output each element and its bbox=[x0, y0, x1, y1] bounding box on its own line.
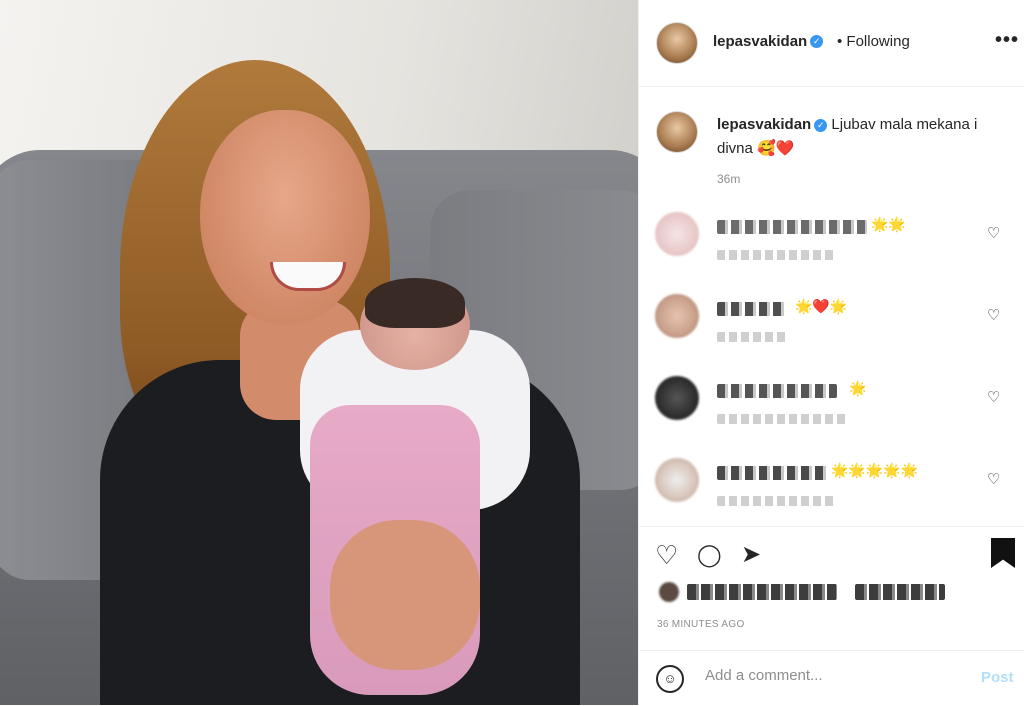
comment-item: 🌟❤️🌟 ♡ bbox=[639, 294, 1024, 374]
commenter-avatar[interactable] bbox=[655, 294, 699, 338]
liked-by-text-blurred bbox=[687, 584, 837, 600]
photo-hand bbox=[330, 520, 480, 670]
comment-meta-blurred bbox=[717, 496, 837, 506]
following-label[interactable]: • Following bbox=[837, 33, 910, 50]
comment-item: 🌟 ♡ bbox=[639, 376, 1024, 456]
commenter-avatar[interactable] bbox=[655, 376, 699, 420]
comment-text-blurred bbox=[717, 466, 827, 480]
photo-baby-hair bbox=[365, 278, 465, 328]
comment-like-heart-icon[interactable]: ♡ bbox=[987, 388, 1000, 406]
comment-meta-blurred bbox=[717, 414, 847, 424]
commenter-avatar[interactable] bbox=[655, 458, 699, 502]
like-heart-icon[interactable]: ♡ bbox=[655, 540, 678, 571]
comment-emoji: 🌟 bbox=[849, 380, 867, 396]
comment-meta-blurred bbox=[717, 332, 787, 342]
caption-avatar[interactable] bbox=[656, 111, 698, 153]
commenter-avatar[interactable] bbox=[655, 212, 699, 256]
comment-text-blurred bbox=[717, 384, 837, 398]
more-options-icon[interactable]: ••• bbox=[995, 29, 1019, 52]
add-comment-input[interactable] bbox=[703, 666, 967, 685]
comment-text-blurred bbox=[717, 220, 867, 234]
comment-text-blurred bbox=[717, 302, 787, 316]
post-caption: lepasvakidan ✓ Ljubav mala mekana i divna… bbox=[717, 113, 1007, 161]
post-actions-bar: ♡ ◯ ➤ bbox=[655, 538, 1015, 572]
caption-username[interactable]: lepasvakidan bbox=[717, 116, 811, 133]
liker-avatar bbox=[659, 582, 679, 602]
comment-like-heart-icon[interactable]: ♡ bbox=[987, 224, 1000, 242]
liked-by-blurred[interactable] bbox=[659, 582, 949, 604]
post-side-panel: lepasvakidan ✓ • Following ••• lepasvakid… bbox=[638, 0, 1024, 705]
comment-meta-blurred bbox=[717, 250, 837, 260]
author-avatar[interactable] bbox=[656, 22, 698, 64]
add-comment-bar: ☺ Post bbox=[639, 650, 1024, 706]
author-username[interactable]: lepasvakidan bbox=[713, 33, 807, 50]
post-header: lepasvakidan ✓ • Following ••• bbox=[639, 0, 1024, 87]
share-icon[interactable]: ➤ bbox=[741, 540, 761, 569]
liked-by-count-blurred bbox=[855, 584, 945, 600]
emoji-picker-icon[interactable]: ☺ bbox=[656, 665, 684, 693]
post-time-ago: 36 MINUTES AGO bbox=[657, 619, 745, 630]
caption-emoji: 🥰❤️ bbox=[757, 140, 795, 157]
post-photo[interactable] bbox=[0, 0, 638, 705]
post-comment-button[interactable]: Post bbox=[981, 669, 1014, 686]
bookmark-icon[interactable] bbox=[991, 538, 1015, 568]
photo-face bbox=[200, 110, 370, 325]
comment-like-heart-icon[interactable]: ♡ bbox=[987, 306, 1000, 324]
comment-emoji: 🌟🌟🌟🌟🌟 bbox=[831, 462, 919, 478]
comment-icon[interactable]: ◯ bbox=[697, 542, 722, 568]
author-name-row: lepasvakidan ✓ bbox=[713, 33, 824, 51]
verified-badge-icon: ✓ bbox=[810, 35, 824, 49]
comment-like-heart-icon[interactable]: ♡ bbox=[987, 470, 1000, 488]
comment-emoji: 🌟🌟 bbox=[871, 216, 906, 232]
caption-time: 36m bbox=[717, 172, 741, 186]
caption-verified-icon: ✓ bbox=[814, 118, 828, 132]
actions-divider bbox=[639, 526, 1024, 527]
comment-emoji: 🌟❤️🌟 bbox=[795, 298, 848, 314]
comment-item: 🌟🌟 ♡ bbox=[639, 212, 1024, 292]
